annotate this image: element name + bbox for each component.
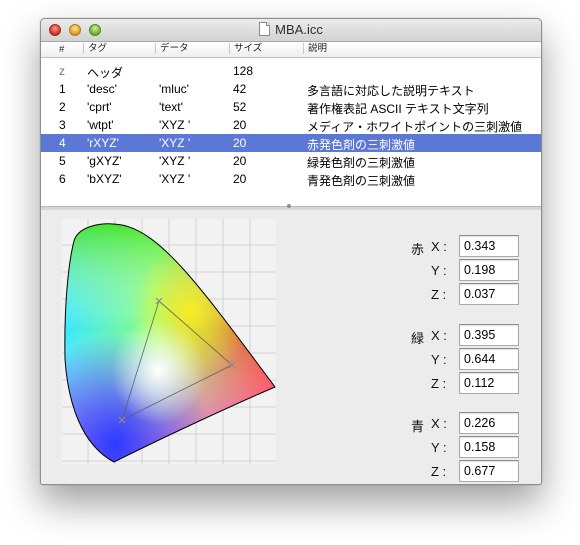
- cell-number: 3: [59, 118, 66, 132]
- green-z-field[interactable]: 0.112: [459, 372, 519, 394]
- column-header-number[interactable]: #: [59, 44, 64, 55]
- cell-tag: 'rXYZ': [87, 136, 119, 150]
- cell-size: 20: [233, 118, 247, 132]
- cell-description: 赤発色剤の三刺激値: [307, 138, 416, 152]
- cell-tag: 'desc': [87, 82, 117, 96]
- red-y-field[interactable]: 0.198: [459, 259, 519, 281]
- green-x-row: 緑 X : 0.395: [391, 324, 541, 348]
- green-label: 緑: [411, 331, 425, 346]
- cell-size: 52: [233, 100, 247, 114]
- divider-handle-icon[interactable]: [287, 204, 291, 208]
- cell-description: メディア・ホワイトポイントの三刺激値: [307, 120, 523, 134]
- cell-data: 'mluc': [159, 82, 189, 96]
- cell-number: z: [59, 64, 65, 78]
- tag-table[interactable]: # タグ データ サイズ 説明 z ヘッダ 128 1 'desc' 'mluc…: [41, 42, 541, 206]
- red-x-field[interactable]: 0.343: [459, 235, 519, 257]
- cell-tag: 'wtpt': [87, 118, 114, 132]
- cell-number: 1: [59, 82, 66, 96]
- cell-size: 20: [233, 172, 247, 186]
- cell-data: 'XYZ ': [159, 118, 191, 132]
- cell-number: 2: [59, 100, 66, 114]
- cell-data: 'XYZ ': [159, 172, 191, 186]
- z-label: Z :: [431, 376, 447, 391]
- cell-data: 'XYZ ': [159, 154, 191, 168]
- cell-description: 多言語に対応した説明テキスト: [307, 84, 475, 98]
- icc-profile-window: MBA.icc # タグ データ サイズ 説明 z ヘッダ 128 1 'des…: [40, 18, 542, 485]
- cell-data: 'text': [159, 100, 183, 114]
- cell-number: 5: [59, 154, 66, 168]
- red-z-row: Z : 0.037: [391, 283, 541, 307]
- green-x-field[interactable]: 0.395: [459, 324, 519, 346]
- cell-tag: 'gXYZ': [87, 154, 122, 168]
- green-y-field[interactable]: 0.644: [459, 348, 519, 370]
- y-label: Y :: [431, 263, 447, 278]
- cell-description: 緑発色剤の三刺激値: [307, 156, 416, 170]
- red-z-field[interactable]: 0.037: [459, 283, 519, 305]
- table-row[interactable]: z ヘッダ 128: [41, 62, 541, 80]
- blue-y-field[interactable]: 0.158: [459, 436, 519, 458]
- table-header: # タグ データ サイズ 説明: [41, 42, 541, 58]
- cell-tag: 'bXYZ': [87, 172, 122, 186]
- table-row[interactable]: 1 'desc' 'mluc' 42 多言語に対応した説明テキスト: [41, 80, 541, 98]
- green-z-row: Z : 0.112: [391, 372, 541, 396]
- blue-z-row: Z : 0.677: [391, 460, 541, 484]
- cell-description: 著作権表記 ASCII テキスト文字列: [307, 102, 489, 116]
- z-label: Z :: [431, 287, 447, 302]
- blue-x-row: 青 X : 0.226: [391, 412, 541, 436]
- blue-z-field[interactable]: 0.677: [459, 460, 519, 482]
- x-label: X :: [431, 328, 447, 343]
- tag-detail-panel: 赤 X : 0.343 Y : 0.198 Z : 0.037 緑 X : 0.…: [41, 210, 541, 484]
- column-header-data[interactable]: データ: [155, 43, 189, 54]
- x-label: X :: [431, 239, 447, 254]
- chromaticity-diagram: [62, 219, 276, 464]
- cell-data: 'XYZ ': [159, 136, 191, 150]
- blue-x-field[interactable]: 0.226: [459, 412, 519, 434]
- y-label: Y :: [431, 352, 447, 367]
- document-icon: [259, 22, 271, 36]
- red-label: 赤: [411, 242, 425, 257]
- window-title-text: MBA.icc: [275, 22, 323, 37]
- column-header-size[interactable]: サイズ: [229, 43, 262, 54]
- z-label: Z :: [431, 464, 447, 479]
- red-y-row: Y : 0.198: [391, 259, 541, 283]
- x-label: X :: [431, 416, 447, 431]
- table-row-selected[interactable]: 4 'rXYZ' 'XYZ ' 20 赤発色剤の三刺激値: [41, 134, 541, 152]
- red-x-row: 赤 X : 0.343: [391, 235, 541, 259]
- blue-y-row: Y : 0.158: [391, 436, 541, 460]
- cell-tag: ヘッダ: [87, 66, 124, 80]
- cell-size: 20: [233, 136, 247, 150]
- title-bar[interactable]: MBA.icc: [41, 19, 541, 42]
- window-title: MBA.icc: [41, 22, 541, 37]
- cell-size: 20: [233, 154, 247, 168]
- table-row[interactable]: 6 'bXYZ' 'XYZ ' 20 青発色剤の三刺激値: [41, 170, 541, 188]
- cell-tag: 'cprt': [87, 100, 112, 114]
- cell-description: 青発色剤の三刺激値: [307, 174, 416, 188]
- column-header-description[interactable]: 説明: [303, 43, 327, 54]
- table-row[interactable]: 3 'wtpt' 'XYZ ' 20 メディア・ホワイトポイントの三刺激値: [41, 116, 541, 134]
- y-label: Y :: [431, 440, 447, 455]
- blue-label: 青: [411, 419, 425, 434]
- cell-number: 4: [59, 136, 66, 150]
- cell-number: 6: [59, 172, 66, 186]
- table-row[interactable]: 5 'gXYZ' 'XYZ ' 20 緑発色剤の三刺激値: [41, 152, 541, 170]
- cell-size: 42: [233, 82, 247, 96]
- cell-size: 128: [233, 64, 254, 78]
- table-row[interactable]: 2 'cprt' 'text' 52 著作権表記 ASCII テキスト文字列: [41, 98, 541, 116]
- green-y-row: Y : 0.644: [391, 348, 541, 372]
- column-header-tag[interactable]: タグ: [83, 43, 107, 54]
